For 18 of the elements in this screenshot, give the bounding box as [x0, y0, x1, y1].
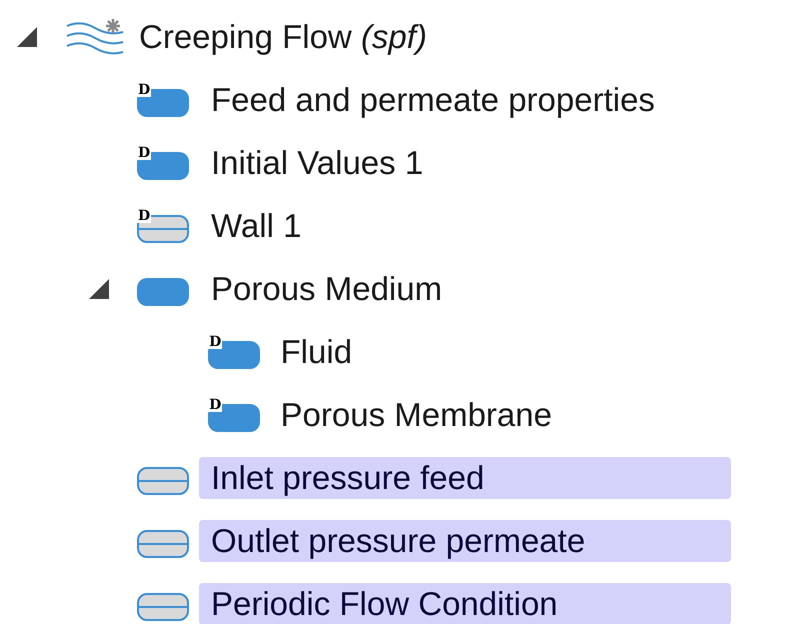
tree-item-label[interactable]: Outlet pressure permeate — [199, 520, 731, 562]
tree-item-label[interactable]: Porous Membrane — [268, 394, 790, 436]
tree-item-label[interactable]: Fluid — [268, 330, 790, 372]
tree-item-label[interactable]: Feed and permeate properties — [199, 78, 731, 120]
tree-item-label[interactable]: Periodic Flow Condition — [199, 582, 731, 624]
tree-item-label[interactable]: Porous Medium — [199, 268, 731, 310]
default-badge: D — [208, 398, 222, 412]
default-badge: D — [137, 82, 152, 96]
default-badge: D — [137, 208, 152, 222]
default-badge: D — [208, 334, 222, 348]
tree-item-label[interactable]: Initial Values 1 — [199, 142, 731, 184]
expanded-arrow-icon[interactable] — [88, 278, 110, 300]
tree-item-label[interactable]: Inlet pressure feed — [199, 456, 731, 498]
flow-waves-icon — [65, 18, 125, 56]
tree-item-label[interactable]: Creeping Flow (spf) — [127, 16, 659, 58]
tree-item-label[interactable]: Wall 1 — [199, 204, 731, 246]
expanded-arrow-icon[interactable] — [16, 26, 38, 48]
default-badge: D — [137, 146, 152, 160]
